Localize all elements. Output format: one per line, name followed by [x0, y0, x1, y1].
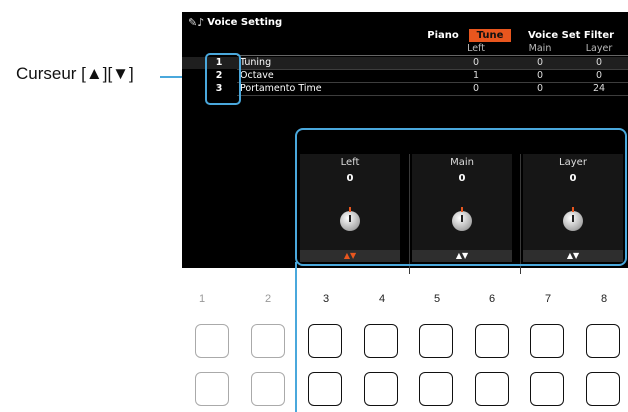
button-number-3: 3	[322, 293, 330, 305]
callout-connector-line	[295, 262, 297, 412]
row-value-main: 0	[536, 83, 544, 94]
screen-title: ✎♪ Voice Setting	[188, 16, 282, 29]
column-header-layer: Layer	[585, 43, 613, 54]
row-divider	[237, 95, 628, 96]
tab-piano[interactable]: Piano	[420, 29, 466, 42]
row-label: Octave	[240, 70, 274, 81]
cursor-highlight-box	[205, 53, 241, 105]
table-row-tuning[interactable]: 1 Tuning 0 0 0	[182, 57, 628, 69]
button-number-4: 4	[378, 293, 386, 305]
column-header-left: Left	[467, 43, 485, 54]
screen-title-text: Voice Setting	[207, 17, 283, 28]
button-number-1: 1	[198, 293, 206, 305]
button-8-lower[interactable]	[586, 372, 620, 406]
button-1-lower[interactable]	[195, 372, 229, 406]
row-value-layer: 0	[595, 70, 603, 81]
button-2-upper[interactable]	[251, 324, 285, 358]
button-4-upper[interactable]	[364, 324, 398, 358]
button-5-lower[interactable]	[419, 372, 453, 406]
button-1-upper[interactable]	[195, 324, 229, 358]
panel-highlight-box	[295, 128, 627, 266]
row-value-layer: 24	[592, 83, 606, 94]
button-8-upper[interactable]	[586, 324, 620, 358]
button-2-lower[interactable]	[251, 372, 285, 406]
row-value-main: 0	[536, 57, 544, 68]
row-label: Tuning	[240, 57, 272, 68]
button-4-lower[interactable]	[364, 372, 398, 406]
tab-tune[interactable]: Tune	[469, 29, 511, 42]
row-value-layer: 0	[595, 57, 603, 68]
button-3-lower[interactable]	[308, 372, 342, 406]
button-5-upper[interactable]	[419, 324, 453, 358]
voice-instrument-icon: ✎♪	[188, 16, 205, 29]
callout-label: Curseur [▲][▼]	[16, 64, 134, 83]
button-number-5: 5	[433, 293, 441, 305]
button-number-8: 8	[600, 293, 608, 305]
table-row-octave[interactable]: 2 Octave 1 0 0	[182, 70, 628, 82]
button-number-2: 2	[264, 293, 272, 305]
button-7-lower[interactable]	[530, 372, 564, 406]
row-value-left: 0	[472, 83, 480, 94]
row-value-left: 0	[472, 57, 480, 68]
button-number-7: 7	[544, 293, 552, 305]
table-top-rule	[237, 55, 628, 56]
column-header-main: Main	[528, 43, 552, 54]
button-6-upper[interactable]	[475, 324, 509, 358]
button-number-6: 6	[488, 293, 496, 305]
row-value-main: 0	[536, 70, 544, 81]
table-row-portamento-time[interactable]: 3 Portamento Time 0 0 24	[182, 83, 628, 95]
row-value-left: 1	[472, 70, 480, 81]
button-6-lower[interactable]	[475, 372, 509, 406]
row-label: Portamento Time	[240, 83, 322, 94]
button-7-upper[interactable]	[530, 324, 564, 358]
tab-voice-set-filter[interactable]: Voice Set Filter	[515, 29, 627, 42]
button-3-upper[interactable]	[308, 324, 342, 358]
